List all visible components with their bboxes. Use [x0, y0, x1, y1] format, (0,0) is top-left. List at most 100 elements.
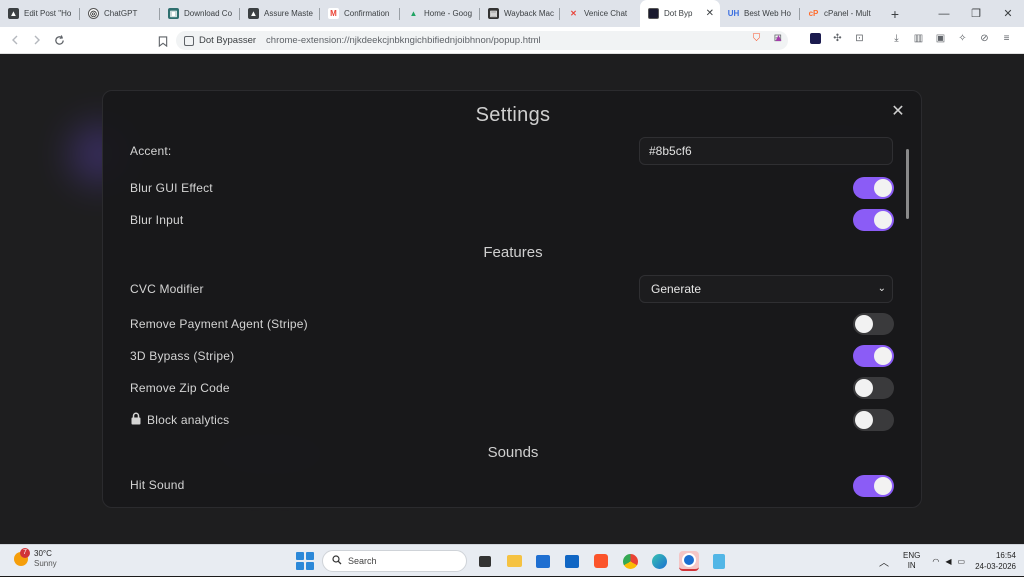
block-analytics-toggle[interactable] [853, 409, 894, 431]
tab-confirmation[interactable]: M Confirmation [320, 0, 400, 27]
remove-payment-agent-toggle[interactable] [853, 313, 894, 335]
chevron-up-icon[interactable]: ︿ [879, 554, 889, 569]
weather-condition: Sunny [34, 559, 57, 568]
tab-dot-bypasser[interactable]: Dot Byp ✕ [640, 0, 720, 27]
hit-sound-label: Hit Sound [130, 478, 185, 492]
clock[interactable]: 16:54 24-03-2026 [975, 550, 1016, 572]
wayback-icon: ▤ [488, 8, 499, 19]
dot-bypasser-ext-icon[interactable] [808, 31, 823, 46]
screenshot-icon[interactable]: ⊡ [852, 31, 867, 46]
forward-icon[interactable] [26, 29, 48, 51]
menu-icon[interactable]: ≡ [999, 31, 1014, 46]
extensions-puzzle-icon[interactable]: ✣ [830, 31, 845, 46]
3d-bypass-toggle[interactable] [853, 345, 894, 367]
extension-chip-label: Dot Bypasser [199, 35, 257, 46]
back-icon[interactable] [4, 29, 26, 51]
tab-best-web-host[interactable]: UH Best Web Ho [720, 0, 800, 27]
blur-input-label: Blur Input [130, 213, 184, 227]
new-tab-button[interactable]: + [884, 0, 906, 27]
minimize-icon[interactable]: — [928, 0, 960, 27]
blur-gui-toggle[interactable] [853, 177, 894, 199]
google-drive-icon: ▲ [409, 9, 418, 18]
venice-icon: ✕ [570, 9, 577, 18]
close-tab-icon[interactable]: ✕ [706, 8, 714, 19]
taskbar: 7 30°C Sunny Search ︿ ENG IN ◠ ◀ ▭ 16:54… [0, 544, 1024, 576]
chatgpt-icon: ◎ [88, 8, 99, 19]
sun-icon: 7 [14, 548, 30, 566]
extension-icon [184, 35, 194, 46]
restore-icon[interactable]: ❐ [960, 0, 992, 27]
bookmark-star-icon[interactable] [152, 30, 174, 52]
wifi-icon[interactable]: ◠ [932, 557, 939, 566]
brave-shield-icon[interactable]: ⛉ [749, 31, 764, 46]
sounds-heading: Sounds [487, 444, 539, 461]
microsoft-store-icon[interactable] [533, 551, 553, 571]
browser-toolbar: Dot Bypasser chrome-extension://njkdeekc… [0, 27, 1024, 54]
active-app-icon[interactable] [679, 551, 699, 571]
settings-title: Settings [475, 104, 551, 126]
tab-wayback[interactable]: ▤ Wayback Mac [480, 0, 560, 27]
chrome-icon[interactable] [620, 551, 640, 571]
tab-edit-post[interactable]: ▲ Edit Post "Ho [0, 0, 80, 27]
remove-zip-label: Remove Zip Code [130, 381, 230, 395]
tab-title: Edit Post "Ho [24, 9, 72, 18]
tab-venice[interactable]: ✕ Venice Chat [560, 0, 640, 27]
tab-cpanel[interactable]: cP cPanel - Mult [800, 0, 880, 27]
address-bar[interactable]: Dot Bypasser chrome-extension://njkdeekc… [176, 31, 788, 50]
tab-strip: ▲ Edit Post "Ho ◎ ChatGPT ▣ Download Co … [0, 0, 1024, 27]
wallet-icon[interactable]: ▣ [933, 31, 948, 46]
settings-modal: Settings ✕ Accent: #8b5cf6 Blur GUI Effe… [102, 90, 922, 508]
hit-sound-toggle[interactable] [853, 475, 894, 497]
remove-zip-toggle[interactable] [853, 377, 894, 399]
notepad-icon[interactable] [709, 551, 729, 571]
start-icon[interactable] [296, 552, 314, 570]
download-icon: ▣ [168, 8, 179, 19]
tab-title: Assure Maste [264, 9, 313, 18]
url-text: chrome-extension://njkdeekcjnbkngichbifi… [266, 35, 541, 46]
clock-time: 16:54 [995, 551, 1016, 560]
cvc-modifier-select[interactable]: Generate ⌄ [639, 275, 893, 303]
taskbar-search[interactable]: Search [322, 550, 467, 572]
blur-gui-label: Blur GUI Effect [130, 181, 213, 195]
reload-icon[interactable] [48, 29, 70, 51]
search-icon [332, 555, 342, 567]
remove-payment-agent-label: Remove Payment Agent (Stripe) [130, 317, 308, 331]
gmail-icon: M [328, 8, 339, 19]
tab-chatgpt[interactable]: ◎ ChatGPT [80, 0, 160, 27]
close-window-icon[interactable]: ✕ [992, 0, 1024, 27]
uh-icon: UH [727, 9, 740, 18]
tab-title: Home - Goog [424, 9, 473, 18]
accent-color-input[interactable]: #8b5cf6 [639, 137, 893, 165]
block-analytics-row: Block analytics [130, 412, 229, 428]
weather-widget[interactable]: 7 30°C Sunny [14, 548, 57, 569]
cpanel-icon: cP [808, 9, 819, 18]
leo-ai-icon[interactable]: ✧ [955, 31, 970, 46]
volume-icon[interactable]: ◀ [945, 557, 951, 566]
battery-icon[interactable]: ▭ [958, 557, 966, 566]
file-explorer-icon[interactable] [504, 551, 524, 571]
scrollbar[interactable] [906, 149, 909, 219]
tab-title: ChatGPT [104, 9, 138, 18]
brave-icon[interactable] [591, 551, 611, 571]
clock-date: 24-03-2026 [975, 562, 1016, 571]
wordpress-icon: ▲ [8, 8, 19, 19]
blur-input-toggle[interactable] [853, 209, 894, 231]
cvc-modifier-label: CVC Modifier [130, 282, 204, 296]
extension-chip[interactable]: Dot Bypasser [184, 35, 266, 46]
edge-icon[interactable] [649, 551, 669, 571]
download-icon[interactable]: ⤓ [889, 31, 904, 46]
sidebar-icon[interactable]: ▥ [911, 31, 926, 46]
language-indicator[interactable]: ENG IN [903, 551, 920, 571]
features-heading: Features [483, 244, 543, 261]
task-view-icon[interactable] [475, 551, 495, 571]
tab-download[interactable]: ▣ Download Co [160, 0, 240, 27]
tab-title: Confirmation [344, 9, 390, 18]
tab-title: Wayback Mac [504, 9, 554, 18]
outlook-icon[interactable] [562, 551, 582, 571]
tab-google-drive[interactable]: ▲ Home - Goog [400, 0, 480, 27]
tab-assure[interactable]: ▲ Assure Maste [240, 0, 320, 27]
close-icon[interactable]: ✕ [889, 103, 907, 121]
brave-rewards-icon[interactable]: ▲ [771, 31, 786, 46]
dot-bypasser-icon [648, 8, 659, 19]
vpn-icon[interactable]: ⊘ [977, 31, 992, 46]
